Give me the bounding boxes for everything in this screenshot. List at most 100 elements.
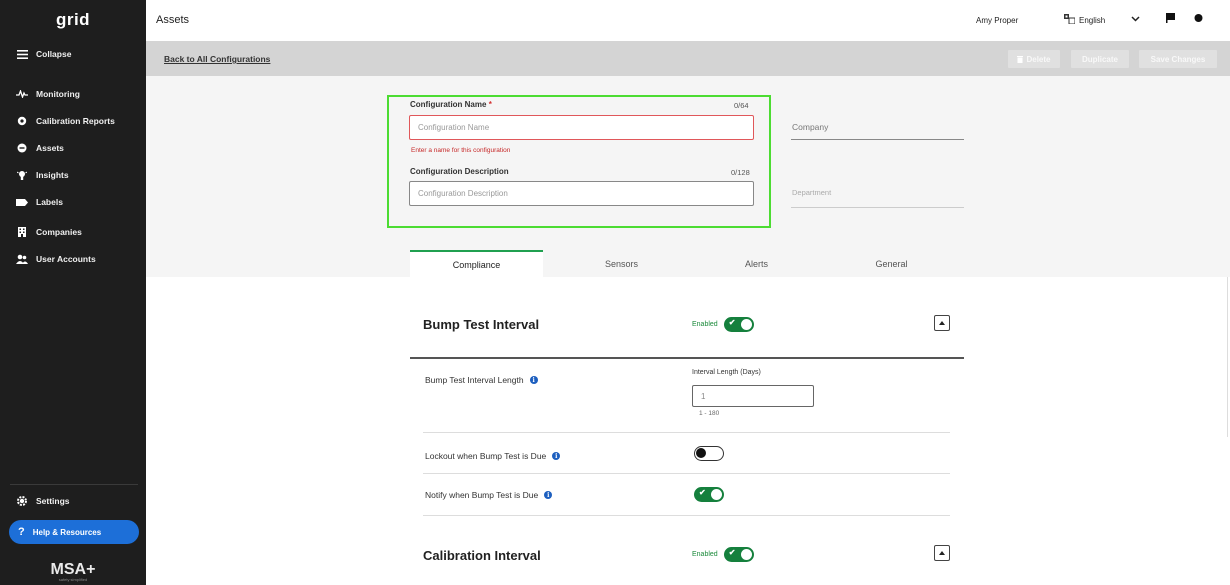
enabled-label: Enabled	[692, 321, 718, 328]
company-underline	[791, 139, 964, 140]
sidebar-item-assets[interactable]: Assets	[16, 143, 64, 153]
question-icon: ?	[18, 526, 25, 538]
translate-icon	[1064, 14, 1076, 26]
language-selector[interactable]: English	[1064, 14, 1105, 26]
hamburger-icon	[16, 49, 28, 59]
lockout-row-label: Lockout when Bump Test is Due i	[425, 451, 561, 461]
configuration-name-label: Configuration Name *	[410, 100, 492, 109]
collapse-button[interactable]: Collapse	[16, 49, 71, 59]
sidebar-item-monitoring[interactable]: Monitoring	[16, 89, 80, 99]
name-char-counter: 0/64	[734, 101, 749, 110]
sidebar-item-label: Assets	[36, 143, 64, 153]
grid-logo: grid	[55, 10, 91, 29]
lockout-toggle[interactable]	[694, 446, 724, 461]
lightbulb-icon	[16, 170, 28, 180]
calibration-enabled-toggle[interactable]: Enabled ✔	[692, 547, 754, 562]
sidebar-item-settings[interactable]: Settings	[16, 496, 70, 506]
trash-icon	[1017, 55, 1024, 63]
row-divider	[423, 515, 950, 516]
notify-row-label: Notify when Bump Test is Due i	[425, 490, 553, 500]
interval-length-label: Bump Test Interval Length	[425, 375, 524, 385]
bump-test-enabled-toggle[interactable]: Enabled ✔	[692, 317, 754, 332]
lockout-label: Lockout when Bump Test is Due	[425, 451, 547, 461]
check-icon: ✔	[699, 488, 706, 497]
tab-compliance[interactable]: Compliance	[410, 250, 543, 278]
sidebar-item-label: Companies	[36, 227, 82, 237]
label-icon	[16, 197, 28, 207]
configuration-name-input[interactable]: Configuration Name	[409, 115, 754, 140]
sidebar-divider	[10, 484, 138, 485]
back-to-configurations-link[interactable]: Back to All Configurations	[164, 54, 270, 64]
required-marker: *	[488, 100, 492, 109]
company-field[interactable]: Company	[792, 122, 828, 132]
description-char-counter: 0/128	[731, 168, 750, 177]
bump-test-title: Bump Test Interval	[423, 317, 540, 332]
check-icon: ✔	[728, 548, 736, 557]
topbar: Assets Amy Proper English	[146, 0, 1230, 41]
help-label: Help & Resources	[32, 527, 102, 537]
sidebar-item-label: Monitoring	[36, 89, 80, 99]
tab-alerts[interactable]: Alerts	[690, 250, 823, 278]
sidebar-item-calibration-reports[interactable]: Calibration Reports	[16, 116, 115, 126]
notification-icon[interactable]	[1194, 13, 1203, 26]
enabled-label: Enabled	[692, 551, 718, 558]
notify-toggle[interactable]: ✔	[694, 487, 724, 502]
row-divider	[423, 432, 950, 433]
interval-length-row-label: Bump Test Interval Length i	[425, 375, 538, 385]
collapse-section-button[interactable]	[934, 315, 950, 331]
tab-sensors[interactable]: Sensors	[555, 250, 688, 278]
toggle-switch[interactable]: ✔	[723, 317, 754, 332]
configuration-description-input[interactable]: Configuration Description	[409, 181, 754, 206]
caret-up-icon	[939, 551, 945, 555]
language-label: English	[1079, 15, 1106, 25]
sidebar-item-label: User Accounts	[36, 254, 96, 264]
help-resources-button[interactable]: ? Help & Resources	[9, 520, 139, 544]
configuration-description-label: Configuration Description	[410, 167, 509, 176]
sidebar-item-companies[interactable]: Companies	[16, 227, 82, 237]
configuration-name-label-text: Configuration Name	[410, 100, 487, 109]
save-changes-button[interactable]: Save Changes	[1139, 50, 1217, 68]
department-underline	[791, 207, 964, 208]
collapse-section-button[interactable]	[934, 545, 950, 561]
gear-icon	[16, 496, 28, 506]
sidebar-item-label: Labels	[36, 197, 63, 207]
info-icon[interactable]: i	[552, 452, 561, 460]
scroll-track	[1227, 277, 1228, 437]
row-divider	[423, 473, 950, 474]
name-error-message: Enter a name for this configuration	[411, 147, 511, 154]
sidebar-item-labels[interactable]: Labels	[16, 197, 63, 207]
toggle-switch[interactable]: ✔	[723, 547, 754, 562]
interval-length-input[interactable]: 1	[692, 385, 814, 407]
collapse-label: Collapse	[36, 49, 72, 59]
interval-length-days-label: Interval Length (Days)	[692, 369, 761, 376]
page-title: Assets	[156, 14, 190, 26]
info-icon[interactable]: i	[544, 491, 553, 499]
chevron-down-icon[interactable]	[1131, 14, 1140, 25]
duplicate-button[interactable]: Duplicate	[1071, 50, 1129, 68]
section-divider	[410, 357, 964, 359]
building-icon	[16, 227, 28, 237]
delete-label: Delete	[1026, 54, 1051, 64]
sidebar-item-label: Calibration Reports	[36, 116, 115, 126]
sidebar-item-user-accounts[interactable]: User Accounts	[16, 254, 96, 264]
notify-label: Notify when Bump Test is Due	[425, 490, 539, 500]
caret-up-icon	[939, 321, 945, 325]
sidebar: grid Collapse Monitoring Calibration Rep…	[0, 0, 146, 585]
action-bar: Back to All Configurations Delete Duplic…	[146, 41, 1230, 76]
info-icon[interactable]: i	[529, 376, 538, 384]
users-icon	[16, 254, 28, 264]
check-icon: ✔	[728, 318, 736, 327]
sidebar-item-label: Insights	[36, 170, 69, 180]
user-name[interactable]: Amy Proper	[976, 16, 1018, 25]
calibration-interval-title: Calibration Interval	[423, 548, 541, 563]
delete-button[interactable]: Delete	[1008, 50, 1060, 68]
gear-report-icon	[16, 116, 28, 126]
sidebar-item-label: Settings	[36, 496, 70, 506]
department-field[interactable]: Department	[792, 188, 831, 197]
flag-icon[interactable]	[1166, 13, 1175, 26]
tab-general[interactable]: General	[825, 250, 958, 278]
msa-tagline: safety simplified	[58, 577, 88, 582]
interval-range-hint: 1 - 180	[699, 410, 720, 417]
sidebar-item-insights[interactable]: Insights	[16, 170, 69, 180]
pulse-icon	[16, 89, 28, 99]
